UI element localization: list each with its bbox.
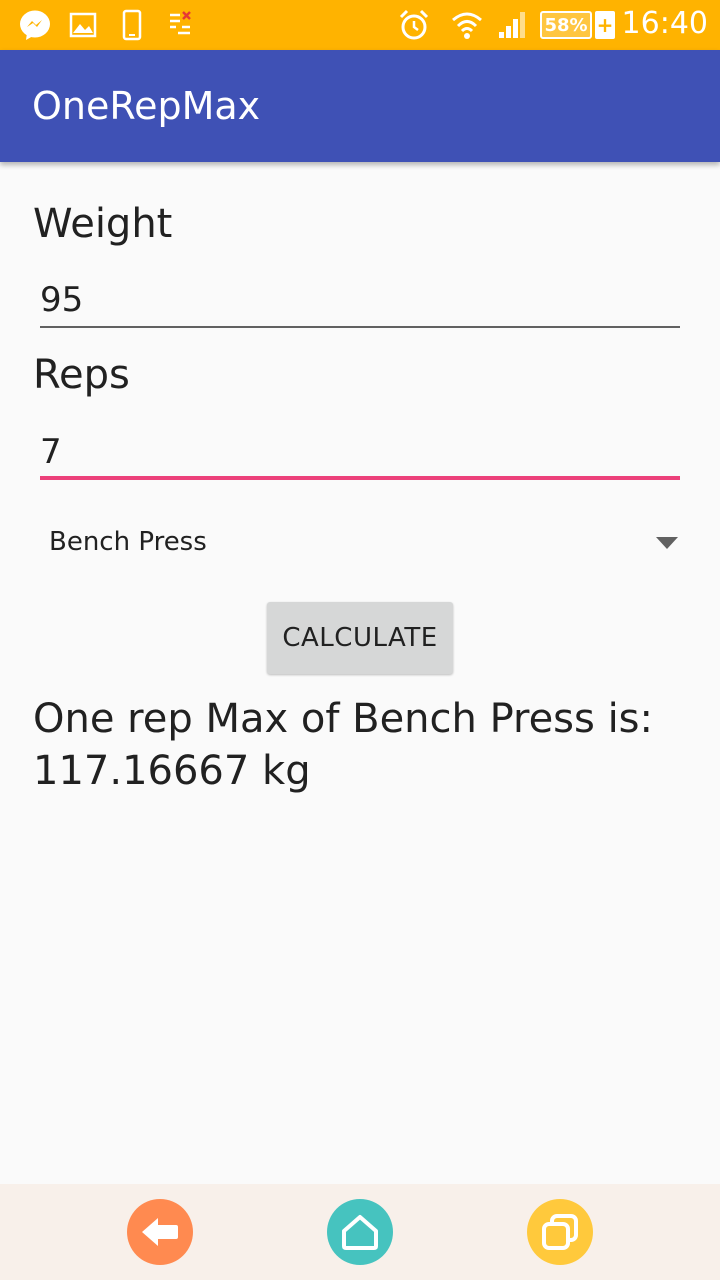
reps-value: 7 (40, 432, 62, 472)
home-button[interactable] (327, 1199, 393, 1265)
battery-icon: 58% (540, 11, 592, 39)
wifi-icon (450, 8, 484, 42)
app-title: OneRepMax (32, 84, 261, 128)
signal-icon (496, 8, 530, 42)
data-icon (163, 8, 197, 42)
back-button[interactable] (127, 1199, 193, 1265)
result-line-2: 117.16667 kg (33, 748, 311, 794)
navigation-bar (0, 1184, 720, 1280)
charging-plus-icon: + (595, 11, 615, 39)
exercise-selected: Bench Press (49, 527, 207, 557)
weight-label: Weight (33, 201, 173, 247)
result-line-1: One rep Max of Bench Press is: (33, 696, 653, 742)
weight-value: 95 (40, 280, 84, 320)
gallery-icon (66, 8, 100, 42)
back-arrow-icon (142, 1218, 178, 1246)
app-bar: OneRepMax (0, 50, 720, 162)
exercise-spinner[interactable]: Bench Press (40, 515, 680, 575)
status-time: 16:40 (621, 6, 708, 41)
weight-input[interactable]: 95 (40, 268, 680, 328)
calculate-button[interactable]: CALCULATE (267, 602, 453, 674)
weight-underline (40, 326, 680, 328)
result-text: One rep Max of Bench Press is: 117.16667… (33, 693, 693, 797)
reps-input[interactable]: 7 (40, 420, 680, 480)
recents-icon (542, 1214, 578, 1250)
dropdown-arrow-icon (656, 537, 678, 549)
phone-icon (115, 8, 149, 42)
battery-percent: 58% (544, 14, 588, 36)
alarm-icon (397, 8, 431, 42)
reps-underline (40, 476, 680, 480)
messenger-icon (18, 8, 52, 42)
reps-label: Reps (33, 352, 130, 398)
home-icon (342, 1215, 378, 1250)
status-bar: 58% + 16:40 (0, 0, 720, 50)
recents-button[interactable] (527, 1199, 593, 1265)
